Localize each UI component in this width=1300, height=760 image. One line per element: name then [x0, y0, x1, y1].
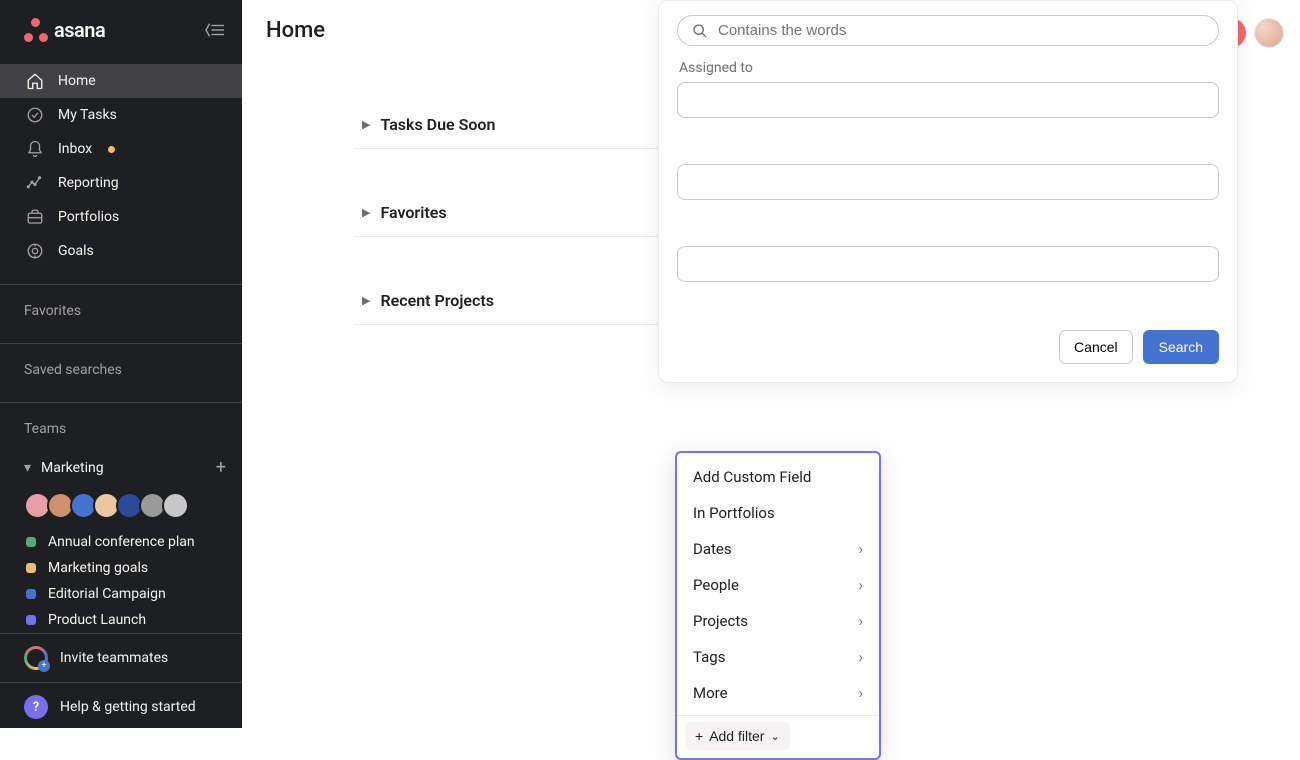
- briefcase-icon: [26, 208, 44, 226]
- project-color-icon: [26, 615, 36, 625]
- nav-label: Inbox: [58, 141, 92, 157]
- project-product-launch[interactable]: Product Launch: [0, 607, 242, 633]
- section-label: Favorites: [380, 203, 446, 222]
- bell-icon: [26, 140, 44, 158]
- filter-option-tags[interactable]: Tags ›: [677, 639, 879, 675]
- team-name: Marketing: [41, 460, 104, 476]
- saved-searches-section-label[interactable]: Saved searches: [0, 343, 242, 392]
- main-content: Home ▶ Tasks Due Soon ▶ Favorites ▶ Rece…: [242, 0, 1300, 728]
- filter-field-input[interactable]: [677, 246, 1219, 282]
- project-label: Product Launch: [48, 612, 146, 628]
- add-filter-button[interactable]: + Add filter ⌄: [685, 722, 790, 750]
- chevron-right-icon: ›: [858, 540, 863, 558]
- project-color-icon: [26, 589, 36, 599]
- caret-right-icon: ▶: [362, 206, 370, 219]
- invite-teammates-icon: +: [24, 646, 48, 670]
- project-label: Annual conference plan: [48, 534, 195, 550]
- add-filter-menu: Add Custom Field In Portfolios Dates › P…: [675, 451, 881, 760]
- chevron-down-icon: ⌄: [770, 730, 779, 743]
- sidebar: asana Home My Tasks Inbox: [0, 0, 242, 728]
- target-icon: [26, 242, 44, 260]
- teams-section-label: Teams: [0, 402, 242, 451]
- chevron-right-icon: ›: [858, 576, 863, 594]
- project-editorial-campaign[interactable]: Editorial Campaign: [0, 581, 242, 607]
- section-label: Tasks Due Soon: [380, 115, 495, 134]
- nav-label: Reporting: [58, 175, 119, 191]
- project-label: Editorial Campaign: [48, 586, 166, 602]
- filter-option-more[interactable]: More ›: [677, 675, 879, 711]
- project-color-icon: [26, 537, 36, 547]
- filter-option-label: People: [693, 576, 739, 594]
- add-filter-label: Add filter: [709, 728, 764, 744]
- nav-goals[interactable]: Goals: [0, 234, 242, 268]
- assigned-to-input[interactable]: [677, 82, 1219, 118]
- plus-icon: +: [695, 728, 703, 744]
- chart-line-icon: [26, 174, 44, 192]
- caret-right-icon: ▶: [362, 294, 370, 307]
- advanced-search-panel: Assigned to Add Custom Field In Portfoli…: [658, 0, 1238, 383]
- project-color-icon: [26, 563, 36, 573]
- chevron-right-icon: ›: [858, 612, 863, 630]
- nav-reporting[interactable]: Reporting: [0, 166, 242, 200]
- primary-nav: Home My Tasks Inbox Reporting Portfolios: [0, 60, 242, 272]
- team-marketing-toggle[interactable]: ▾ Marketing +: [0, 451, 242, 484]
- project-label: Marketing goals: [48, 560, 148, 576]
- invite-teammates-button[interactable]: + Invite teammates: [0, 633, 242, 682]
- asana-logo-icon: [24, 18, 48, 42]
- filter-option-label: Add Custom Field: [693, 468, 811, 486]
- nav-label: Home: [58, 73, 96, 89]
- favorites-section-label[interactable]: Favorites: [0, 284, 242, 333]
- menu-collapse-icon: [204, 21, 226, 39]
- project-marketing-goals[interactable]: Marketing goals: [0, 555, 242, 581]
- search-button[interactable]: Search: [1143, 330, 1219, 364]
- collapse-sidebar-button[interactable]: [204, 21, 226, 39]
- avatar: [162, 492, 189, 519]
- assigned-to-label: Assigned to: [679, 60, 1219, 76]
- search-input-container[interactable]: [677, 15, 1219, 46]
- filter-field-input[interactable]: [677, 164, 1219, 200]
- filter-option-label: More: [693, 684, 728, 702]
- home-icon: [26, 72, 44, 90]
- asana-logo-text: asana: [54, 18, 105, 42]
- chevron-right-icon: ›: [858, 648, 863, 666]
- search-icon: [692, 23, 708, 39]
- filter-option-add-custom-field[interactable]: Add Custom Field: [677, 459, 879, 495]
- section-label: Recent Projects: [380, 291, 494, 310]
- nav-portfolios[interactable]: Portfolios: [0, 200, 242, 234]
- invite-label: Invite teammates: [60, 650, 168, 666]
- cancel-button[interactable]: Cancel: [1059, 330, 1133, 364]
- asana-logo[interactable]: asana: [24, 18, 105, 42]
- filter-option-label: Projects: [693, 612, 748, 630]
- filter-option-people[interactable]: People ›: [677, 567, 879, 603]
- filter-option-in-portfolios[interactable]: In Portfolios: [677, 495, 879, 531]
- project-annual-conference-plan[interactable]: Annual conference plan: [0, 529, 242, 555]
- search-input[interactable]: [718, 22, 1204, 39]
- filter-option-label: Dates: [693, 540, 732, 558]
- nav-my-tasks[interactable]: My Tasks: [0, 98, 242, 132]
- filter-option-projects[interactable]: Projects ›: [677, 603, 879, 639]
- filter-option-label: In Portfolios: [693, 504, 775, 522]
- filter-option-label: Tags: [693, 648, 725, 666]
- nav-home[interactable]: Home: [0, 64, 242, 98]
- help-label: Help & getting started: [60, 699, 196, 715]
- team-avatars[interactable]: [0, 484, 242, 529]
- filter-option-dates[interactable]: Dates ›: [677, 531, 879, 567]
- nav-label: Portfolios: [58, 209, 119, 225]
- caret-right-icon: ▶: [362, 118, 370, 131]
- unread-badge-icon: [108, 146, 115, 153]
- help-icon: ?: [24, 695, 48, 719]
- profile-avatar[interactable]: [1254, 18, 1284, 48]
- add-project-button[interactable]: +: [216, 457, 226, 478]
- chevron-right-icon: ›: [858, 684, 863, 702]
- nav-label: My Tasks: [58, 107, 117, 123]
- check-circle-icon: [26, 106, 44, 124]
- nav-inbox[interactable]: Inbox: [0, 132, 242, 166]
- caret-down-icon: ▾: [24, 460, 31, 476]
- nav-label: Goals: [58, 243, 94, 259]
- help-button[interactable]: ? Help & getting started: [0, 682, 242, 731]
